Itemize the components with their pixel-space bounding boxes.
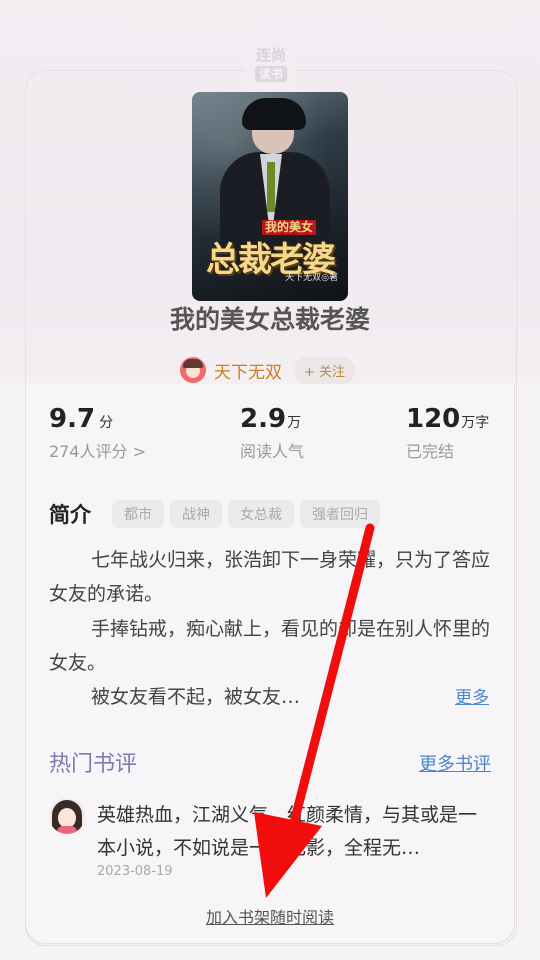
cover-figure-hair: [242, 98, 306, 130]
reviews-heading: 热门书评: [49, 752, 138, 777]
author-row: 天下无双 + 关注: [180, 356, 356, 384]
rating-count-link[interactable]: 274人评分 >: [49, 438, 146, 462]
reviewer-avatar-icon[interactable]: [49, 798, 85, 834]
popularity-label: 阅读人气: [240, 442, 305, 461]
genre-tags: 都市 战神 女总裁 强者回归: [112, 500, 380, 528]
add-to-shelf-link[interactable]: 加入书架随时阅读: [0, 904, 540, 928]
watermark-line1: 连尚: [255, 46, 286, 64]
watermark-stamp: 连尚 读书: [246, 46, 296, 92]
status-label: 已完结: [406, 442, 455, 461]
book-cover[interactable]: 我的美女 总裁老婆 天下无双◎著: [192, 92, 348, 301]
review-text[interactable]: 英雄热血，江湖义气，红颜柔情，与其或是一本小说，不如说是一部电影，全程无…: [97, 799, 493, 865]
genre-tag[interactable]: 强者回归: [300, 500, 380, 528]
cover-figure-tie: [267, 162, 275, 212]
popularity-stat: 2.9万 阅读人气: [240, 404, 304, 462]
intro-more-link[interactable]: 更多: [455, 683, 489, 708]
intro-heading: 简介: [49, 503, 91, 527]
book-title: 我的美女总裁老婆: [169, 305, 370, 334]
popularity-value: 2.9: [240, 404, 287, 434]
rating-stat[interactable]: 9.7 分 274人评分 >: [49, 404, 146, 462]
words-unit: 万字: [461, 415, 490, 431]
rating-value: 9.7: [49, 404, 96, 434]
cover-author: 天下无双◎著: [285, 273, 338, 283]
review-date: 2023-08-19: [97, 864, 173, 879]
genre-tag[interactable]: 都市: [112, 500, 164, 528]
intro-paragraph-3: 被女友看不起，被女友…: [91, 686, 301, 708]
intro-paragraph-2: 手捧钻戒，痴心献上，看见的却是在别人怀里的女友。: [49, 618, 491, 674]
author-name[interactable]: 天下无双: [214, 358, 282, 383]
intro-paragraph-1: 七年战火归来，张浩卸下一身荣耀，只为了答应女友的承诺。: [49, 549, 491, 605]
author-avatar-icon[interactable]: [180, 357, 206, 383]
rating-unit: 分: [99, 415, 114, 431]
more-reviews-link[interactable]: 更多书评: [419, 750, 491, 776]
words-value: 120: [406, 404, 461, 434]
popularity-unit: 万: [287, 415, 302, 431]
genre-tag[interactable]: 战神: [170, 500, 222, 528]
genre-tag[interactable]: 女总裁: [228, 500, 294, 528]
words-stat: 120万字 已完结: [406, 404, 489, 462]
watermark-line2: 读书: [254, 66, 287, 82]
follow-button[interactable]: + 关注: [294, 356, 356, 384]
